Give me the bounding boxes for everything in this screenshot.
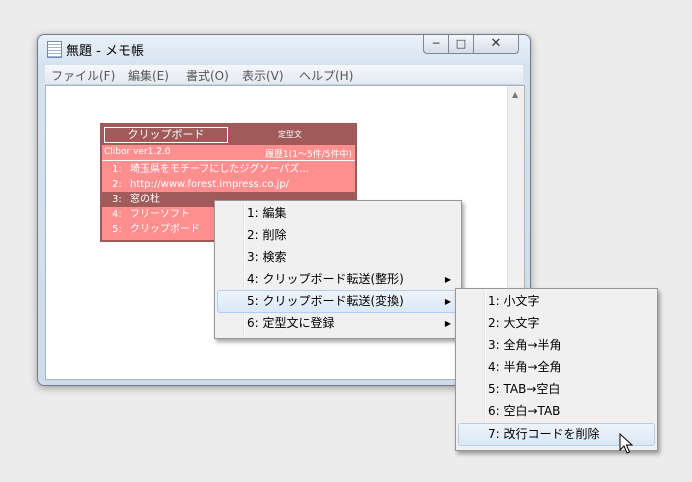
submenu-item-tab-to-space[interactable]: 5: TAB→空白 [458, 379, 655, 400]
item-number: 1: [112, 164, 122, 175]
item-number: 4: [112, 209, 122, 220]
item-number: 3: [112, 194, 122, 205]
menu-item-label: 7: 改行コードを削除 [488, 427, 600, 441]
submenu-item-lowercase[interactable]: 1: 小文字 [458, 291, 655, 312]
item-text: 埼玉県をモチーフにしたジグソーパズ... [130, 164, 309, 175]
menu-help[interactable]: ヘルプ(H) [299, 67, 353, 84]
minimize-button[interactable]: ─ [423, 35, 449, 54]
maximize-button[interactable]: □ [448, 35, 474, 54]
item-number: 5: [112, 224, 122, 235]
menu-item-label: 1: 小文字 [488, 294, 540, 308]
menu-item-search[interactable]: 3: 検索 [217, 247, 459, 268]
menu-item-label: 6: 空白→TAB [488, 404, 561, 418]
menu-item-transfer-convert[interactable]: 5: クリップボード転送(変換) ▶ [217, 290, 459, 313]
menu-bar: ファイル(F) 編集(E) 書式(O) 表示(V) ヘルプ(H) [45, 65, 523, 85]
menu-edit[interactable]: 編集(E) [128, 67, 169, 84]
submenu-item-halfwidth-to-fullwidth[interactable]: 4: 半角→全角 [458, 357, 655, 378]
submenu-item-fullwidth-to-halfwidth[interactable]: 3: 全角→半角 [458, 335, 655, 356]
item-text: フリーソフト [130, 209, 190, 220]
menu-item-label: 5: TAB→空白 [488, 382, 561, 396]
history-count: 履歴1(1〜5件/5件中) [265, 150, 352, 160]
clibor-header: クリップボード 定型文 [102, 125, 355, 145]
submenu-item-space-to-tab[interactable]: 6: 空白→TAB [458, 401, 655, 422]
menu-item-label: 2: 大文字 [488, 316, 540, 330]
item-number: 2: [112, 179, 122, 190]
menu-item-edit[interactable]: 1: 編集 [217, 203, 459, 224]
submenu-arrow-icon: ▶ [444, 275, 451, 284]
list-item[interactable]: 2: http://www.forest.impress.co.jp/ [102, 177, 355, 192]
convert-submenu: 1: 小文字 2: 大文字 3: 全角→半角 4: 半角→全角 5: TAB→空… [455, 288, 658, 451]
mouse-cursor-icon [619, 433, 633, 454]
tab-clipboard[interactable]: クリップボード [104, 127, 228, 143]
list-item[interactable]: 1: 埼玉県をモチーフにしたジグソーパズ... [102, 162, 355, 177]
context-menu: 1: 編集 2: 削除 3: 検索 4: クリップボード転送(整形) ▶ 5: … [214, 200, 462, 339]
window-title: 無題 - メモ帳 [66, 44, 144, 59]
tab-fixed-phrases[interactable]: 定型文 [278, 129, 302, 140]
menu-view[interactable]: 表示(V) [242, 67, 284, 84]
menu-format[interactable]: 書式(O) [186, 67, 229, 84]
notepad-icon [47, 41, 62, 58]
menu-file[interactable]: ファイル(F) [51, 67, 115, 84]
clibor-info-bar: Clibor ver1.2.0 履歴1(1〜5件/5件中) [102, 146, 355, 161]
item-text: 窓の杜 [130, 194, 160, 205]
item-text: http://www.forest.impress.co.jp/ [130, 179, 290, 190]
menu-item-register-phrase[interactable]: 6: 定型文に登録 ▶ [217, 313, 459, 334]
submenu-item-uppercase[interactable]: 2: 大文字 [458, 313, 655, 334]
submenu-arrow-icon: ▶ [444, 319, 451, 328]
menu-item-label: 3: 検索 [247, 250, 287, 264]
menu-item-transfer-format[interactable]: 4: クリップボード転送(整形) ▶ [217, 269, 459, 290]
menu-item-label: 4: クリップボード転送(整形) [247, 272, 404, 286]
menu-item-label: 6: 定型文に登録 [247, 316, 335, 330]
menu-item-label: 4: 半角→全角 [488, 360, 562, 374]
menu-item-label: 2: 削除 [247, 228, 287, 242]
close-button[interactable]: ✕ [473, 35, 519, 54]
scroll-up-arrow-icon[interactable]: ▲ [512, 90, 518, 99]
item-text: クリップボード [130, 224, 200, 235]
menu-item-delete[interactable]: 2: 削除 [217, 225, 459, 246]
clibor-version: Clibor ver1.2.0 [104, 147, 171, 157]
menu-item-label: 1: 編集 [247, 206, 287, 220]
menu-item-label: 5: クリップボード転送(変換) [247, 294, 404, 308]
menu-item-label: 3: 全角→半角 [488, 338, 562, 352]
submenu-arrow-icon: ▶ [444, 297, 451, 306]
